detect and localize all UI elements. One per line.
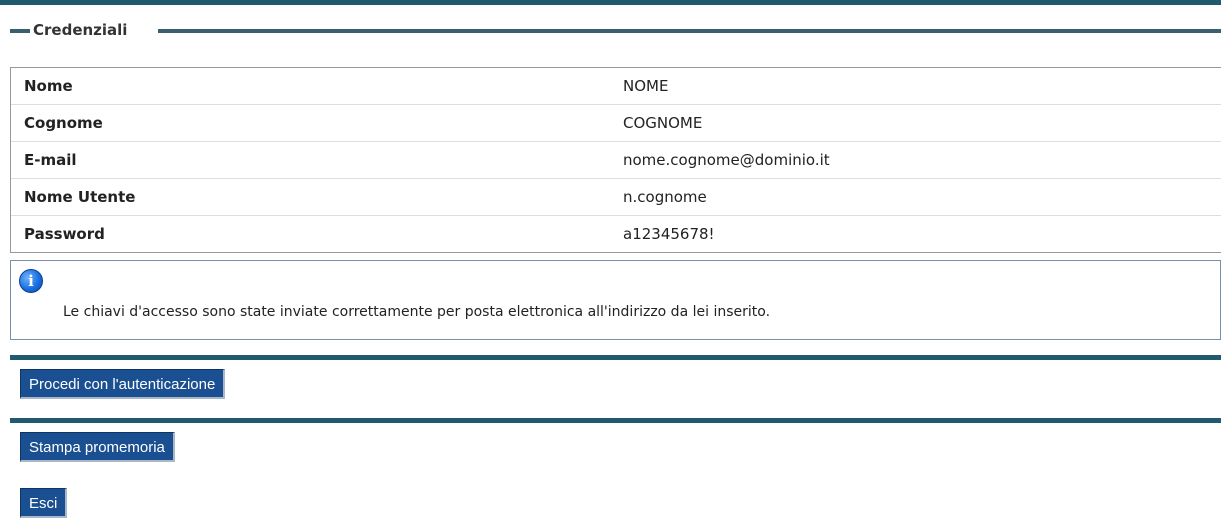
legend-line-right: [158, 29, 1221, 33]
credential-value: a12345678!: [623, 225, 715, 243]
credential-row-cognome: Cognome COGNOME: [11, 105, 1221, 142]
fieldset-legend: Credenziali: [10, 12, 1221, 42]
credential-value: n.cognome: [623, 188, 707, 206]
credential-label: Cognome: [24, 114, 103, 132]
print-reminder-button[interactable]: Stampa promemoria: [20, 432, 175, 462]
credential-label: Nome: [24, 77, 73, 95]
credentials-table: Nome NOME Cognome COGNOME E-mail nome.co…: [10, 67, 1221, 253]
credential-value: nome.cognome@dominio.it: [623, 151, 830, 169]
credential-label: Password: [24, 225, 105, 243]
section-divider: [10, 355, 1221, 360]
section-divider: [10, 418, 1221, 423]
exit-button[interactable]: Esci: [20, 488, 68, 518]
credential-value: NOME: [623, 77, 669, 95]
credential-row-nome: Nome NOME: [11, 68, 1221, 105]
credential-value: COGNOME: [623, 114, 703, 132]
proceed-authentication-button[interactable]: Procedi con l'autenticazione: [20, 369, 226, 399]
credential-row-password: Password a12345678!: [11, 216, 1221, 252]
info-message-text: Le chiavi d'accesso sono state inviate c…: [63, 304, 771, 320]
info-icon: i: [19, 269, 43, 293]
top-divider: [0, 0, 1221, 5]
credential-row-username: Nome Utente n.cognome: [11, 179, 1221, 216]
credential-label: E-mail: [24, 151, 77, 169]
credential-row-email: E-mail nome.cognome@dominio.it: [11, 142, 1221, 179]
info-message-box: i Le chiavi d'accesso sono state inviate…: [10, 260, 1221, 340]
credential-label: Nome Utente: [24, 188, 136, 206]
legend-line-left: [10, 29, 30, 33]
legend-title: Credenziali: [33, 21, 128, 39]
